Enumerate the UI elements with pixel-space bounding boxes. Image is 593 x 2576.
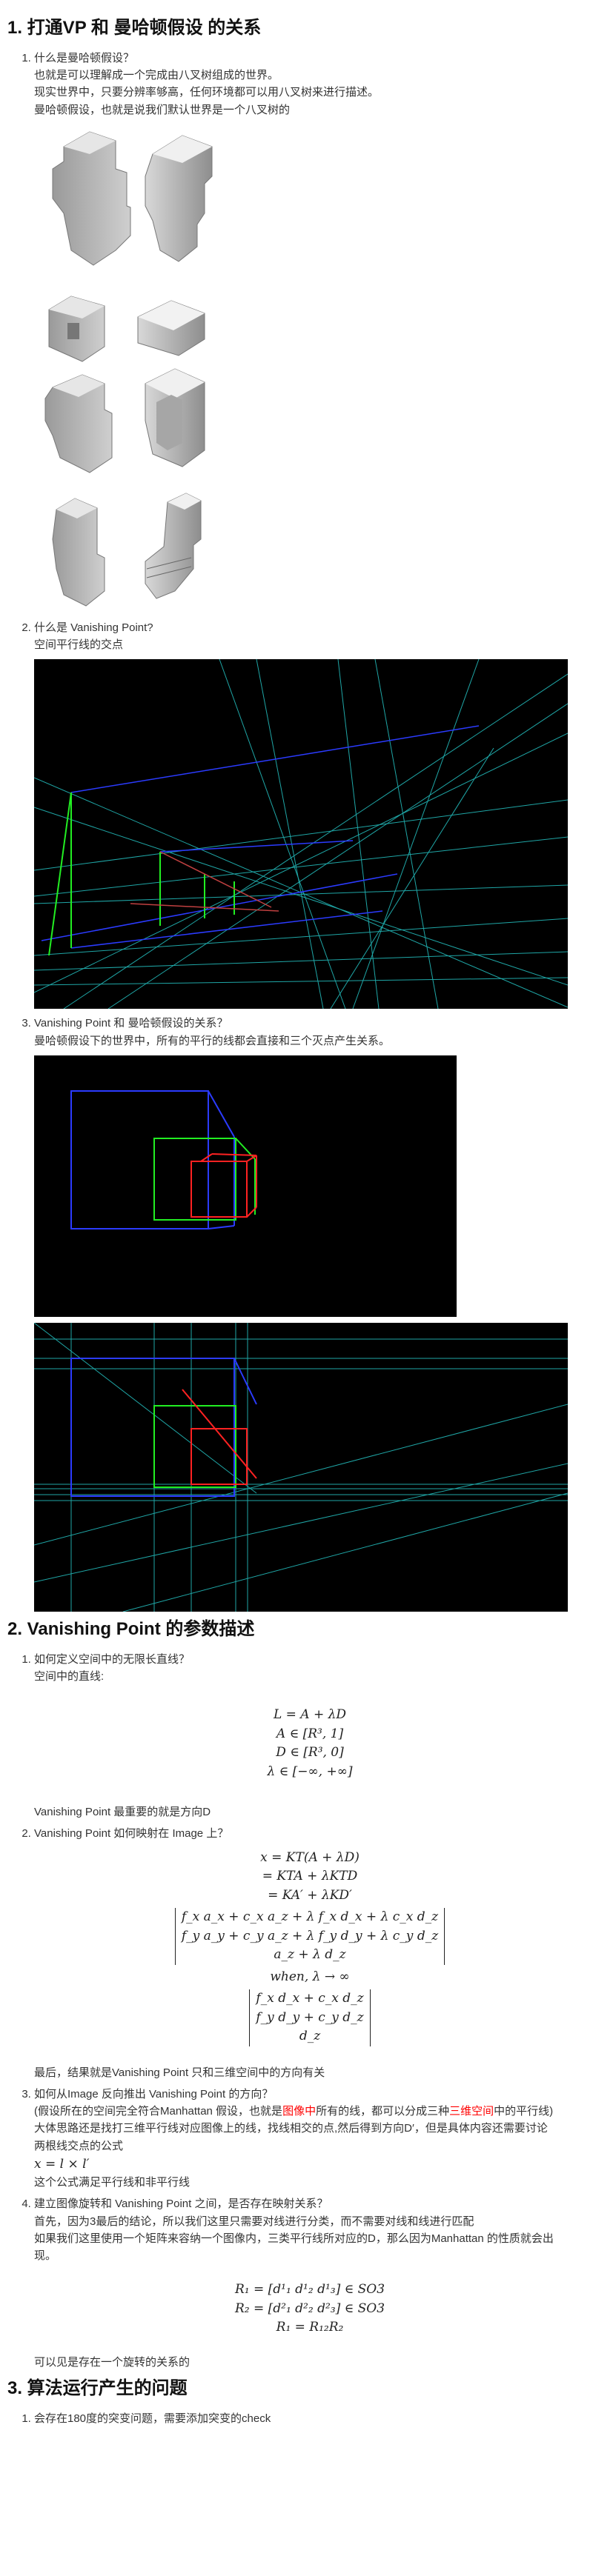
text-line: 空间平行线的交点 [34,638,124,652]
line-equation: L = A + λD A ∈ [R³, 1] D ∈ [R³, 0] λ ∈ [… [34,1706,586,1781]
list-item: Vanishing Point 和 曼哈顿假设的关系？ 曼哈顿假设下的世界中，所… [34,1015,586,1612]
text-line: 现。 [34,2249,57,2263]
question: Vanishing Point 如何映射在 Image 上？ [34,1827,229,1841]
text-span: 所有的线，都可以分成三种 [316,2105,450,2118]
question: 会存在180度的突变问题，需要添加突变的check [34,2412,271,2425]
rotation-equation: R₁ = [d¹₁ d¹₂ d¹₃] ∈ SO3 R₂ = [d²₁ d²₂ d… [34,2280,586,2338]
section-title-2: 2. Vanishing Point 的参数描述 [7,1618,255,1639]
list-item: 建立图像旋转和 Vanishing Point 之间，是否存在映射关系？ 首先，… [34,2195,586,2371]
text-line: Vanishing Point 最重要的就是方向D [34,1806,211,1819]
math-row: λ ∈ [−∞, +∞] [267,1764,353,1779]
section-3-list: 会存在180度的突变问题，需要添加突变的check [6,2410,586,2427]
highlight-text: 三维空间 [449,2105,494,2118]
octree-buildings-figure [44,131,213,607]
question: 建立图像旋转和 Vanishing Point 之间，是否存在映射关系？ [34,2198,328,2211]
matrix-row: f_x d_x + c_x d_z [256,1991,364,2006]
text-line: 大体思路还是找打三维平行线对应图像上的线，找线相交的点,然后得到方向D′，但是具… [34,2122,548,2135]
list-item: 如何定义空间中的无限长直线？ 空间中的直线: L = A + λD A ∈ [R… [34,1651,586,1821]
text-line: 如果我们这里使用一个矩阵来容纳一个图像内，三类平行线所对应的D，那么因为Manh… [34,2232,554,2245]
question: 什么是曼哈顿假设？ [34,51,135,64]
text-line: 现实世界中，只要分辨率够高，任何环境都可以用八叉树来进行描述。 [34,86,380,99]
highlight-text: 图像中 [282,2105,317,2118]
text-line: 也就是可以理解成一个完成由八叉树组成的世界。 [34,69,279,82]
text-line: 空间中的直线: [34,1669,105,1683]
cubes-vanishing-lines-figure [34,1322,568,1612]
math-row: = KA′ + λKD′ [268,1887,352,1903]
building-model [48,296,105,362]
list-item: Vanishing Point 如何映射在 Image 上？ x = KT(A … [34,1825,586,2081]
math-row: R₁ = R₁₂R₂ [276,2320,344,2335]
projection-equation: x = KT(A + λD) = KTA + λKTD = KA′ + λKD′… [34,1849,586,2049]
matrix-1: f_x a_x + c_x a_z + λ f_x d_x + λ c_x d_… [174,1908,445,1965]
intersection-formula: x = l × l′ [34,2156,90,2172]
text-line: 这个公式满足平行线和非平行线 [34,2176,191,2189]
matrix-row: f_x a_x + c_x a_z + λ f_x d_x + λ c_x d_… [181,1909,439,1925]
building-model [52,131,131,266]
text-line: 两根线交点的公式 [34,2139,124,2152]
list-item: 如何从Image 反向推出 Vanishing Point 的方向？ (假设所在… [34,2086,586,2192]
matrix-row: f_y a_y + c_y a_z + λ f_y d_y + λ c_y d_… [181,1928,439,1943]
question: 如何从Image 反向推出 Vanishing Point 的方向？ [34,2087,274,2100]
assumption-text: (假设所在的空间完全符合Manhattan 假设，也就是图像中所有的线，都可以分… [34,2103,586,2120]
building-model [52,498,105,607]
building-model [44,374,113,473]
matrix-row: f_y d_y + c_y d_z [256,2009,364,2025]
math-row: A ∈ [R³, 1] [276,1726,344,1741]
section-title-1: 1. 打通VP 和 曼哈顿假设 的关系 [7,18,262,38]
math-row: R₂ = [d²₁ d²₂ d²₃] ∈ SO3 [234,2300,385,2316]
matrix-2: f_x d_x + c_x d_z f_y d_y + c_y d_z d_z [249,1989,371,2046]
list-item: 什么是 Vanishing Point? 空间平行线的交点 [34,619,586,1010]
math-row: L = A + λD [273,1707,347,1723]
list-item: 什么是曼哈顿假设？ 也就是可以理解成一个完成由八叉树组成的世界。 现实世界中，只… [34,50,586,613]
math-row: when, λ → ∞ [270,1969,350,1984]
building-model [145,368,205,467]
question: 如何定义空间中的无限长直线？ [34,1652,191,1666]
nested-cubes-figure [34,1055,457,1317]
building-model [145,135,213,262]
question: Vanishing Point 和 曼哈顿假设的关系？ [34,1017,228,1030]
section-2-list: 如何定义空间中的无限长直线？ 空间中的直线: L = A + λD A ∈ [R… [6,1651,586,2372]
list-item: 会存在180度的突变问题，需要添加突变的check [34,2410,586,2427]
text-span: (假设所在的空间完全符合Manhattan 假设，也就是 [34,2105,283,2118]
section-title-3: 3. 算法运行产生的问题 [7,2378,188,2399]
question: 什么是 Vanishing Point? [34,621,153,634]
math-row: D ∈ [R³, 0] [276,1745,344,1761]
section-1-list: 什么是曼哈顿假设？ 也就是可以理解成一个完成由八叉树组成的世界。 现实世界中，只… [6,50,586,1612]
text-line: 可以见是存在一个旋转的关系的 [34,2355,191,2369]
building-model [137,300,205,356]
text-line: 曼哈顿假设下的世界中，所有的平行的线都会直接和三个灭点产生关系。 [34,1034,391,1047]
parallel-lines-vanishing-figure [34,659,568,1010]
text-line: 最后，结果就是Vanishing Point 只和三维空间中的方向有关 [34,2066,325,2079]
math-row: x = KT(A + λD) [260,1849,360,1865]
math-row: R₁ = [d¹₁ d¹₂ d¹₃] ∈ SO3 [234,2282,385,2298]
document: 1. 打通VP 和 曼哈顿假设 的关系 什么是曼哈顿假设？ 也就是可以理解成一个… [0,0,593,2427]
math-row: = KTA + λKTD [262,1869,358,1884]
text-line: 曼哈顿假设，也就是说我们默认世界是一个八叉树的 [34,103,291,116]
text-line: 首先，因为3最后的结论，所以我们这里只需要对线进行分类，而不需要对线和线进行匹配 [34,2215,474,2228]
text-span: 中的平行线) [494,2105,554,2118]
matrix-row: d_z [299,2029,321,2044]
matrix-row: a_z + λ d_z [274,1947,346,1963]
building-model [145,493,202,599]
